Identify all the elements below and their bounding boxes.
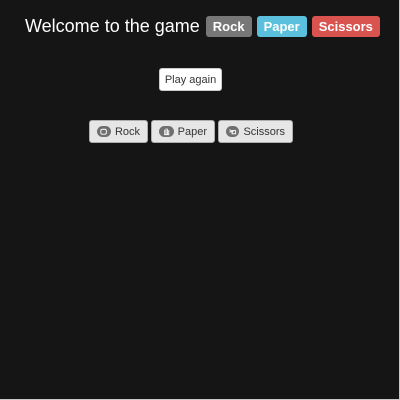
game-screen: Welcome to the game Rock Paper Scissors … [0,0,400,400]
scissors-button-label: Scissors [243,125,285,138]
scissors-button[interactable]: Scissors [218,120,293,143]
hand-rock-icon [97,126,111,137]
paper-button-label: Paper [177,125,207,138]
paper-button[interactable]: Paper [151,120,215,143]
rock-button[interactable]: Rock [89,120,148,143]
choice-buttons: Rock Paper Scissors [89,120,293,143]
scissors-badge: Scissors [311,15,380,37]
title-row: Welcome to the game Rock Paper Scissors [25,15,380,37]
rock-badge: Rock [205,15,252,37]
play-again-button[interactable]: Play again [159,68,222,91]
hand-paper-icon [159,126,174,137]
paper-badge: Paper [256,15,307,37]
rock-button-label: Rock [114,125,140,138]
hand-scissors-icon [226,126,240,137]
page-title: Welcome to the game [25,16,200,36]
